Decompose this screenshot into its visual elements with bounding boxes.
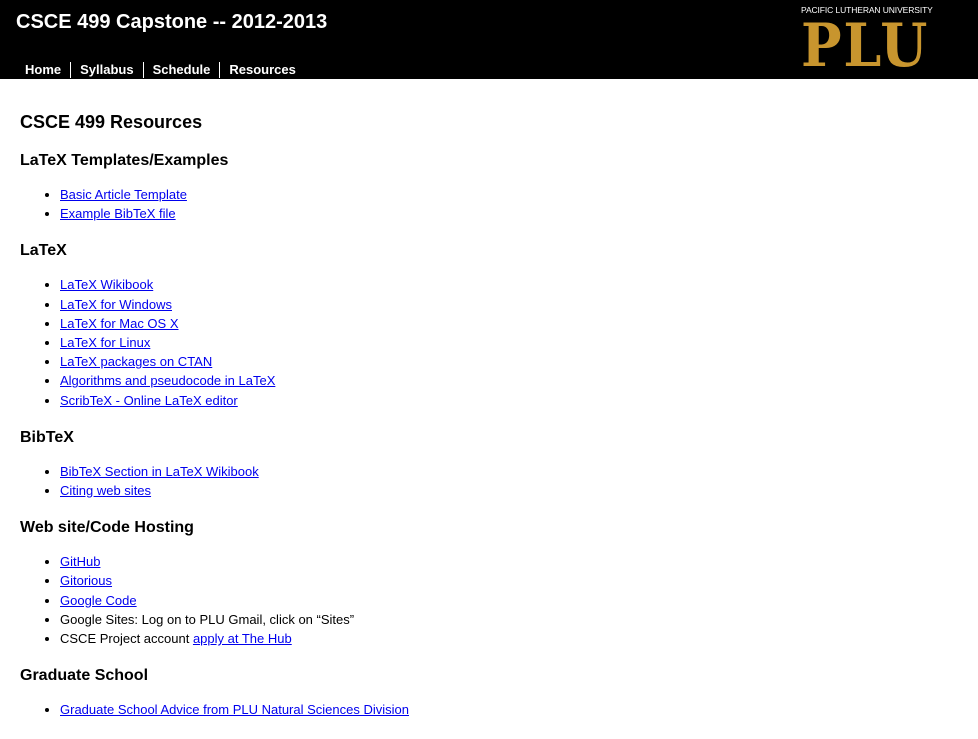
list-item: LaTeX for Linux xyxy=(60,333,958,352)
resource-list-graduate-school: Graduate School Advice from PLU Natural … xyxy=(20,700,958,719)
graduate-school-advice-link[interactable]: Graduate School Advice from PLU Natural … xyxy=(60,702,409,717)
plu-logo[interactable]: PACIFIC LUTHERAN UNIVERSITY PLU xyxy=(801,5,933,81)
section-heading-latex-templates: LaTeX Templates/Examples xyxy=(20,152,229,169)
list-item: LaTeX Wikibook xyxy=(60,275,958,294)
list-item: LaTeX for Windows xyxy=(60,295,958,314)
latex-windows-link[interactable]: LaTeX for Windows xyxy=(60,297,172,312)
list-item: GitHub xyxy=(60,552,958,571)
scribtex-editor-link[interactable]: ScribTeX - Online LaTeX editor xyxy=(60,393,238,408)
latex-ctan-link[interactable]: LaTeX packages on CTAN xyxy=(60,354,212,369)
resource-list-latex-templates: Basic Article Template Example BibTeX fi… xyxy=(20,185,958,223)
basic-article-template-link[interactable]: Basic Article Template xyxy=(60,187,187,202)
nav-home-link[interactable]: Home xyxy=(16,62,70,78)
site-header: CSCE 499 Capstone -- 2012-2013 Home Syll… xyxy=(0,0,978,79)
list-item: CSCE Project account apply at The Hub xyxy=(60,629,958,648)
csce-project-account-text: CSCE Project account xyxy=(60,631,193,647)
google-sites-text: Google Sites: Log on to PLU Gmail, click… xyxy=(60,611,355,627)
bibtex-wikibook-link[interactable]: BibTeX Section in LaTeX Wikibook xyxy=(60,464,259,479)
list-item: Gitorious xyxy=(60,571,958,590)
latex-wikibook-link[interactable]: LaTeX Wikibook xyxy=(60,277,153,292)
site-title: CSCE 499 Capstone -- 2012-2013 xyxy=(16,11,328,33)
section-heading-bibtex: BibTeX xyxy=(20,428,74,446)
latex-algorithms-link[interactable]: Algorithms and pseudocode in LaTeX xyxy=(60,373,275,388)
list-item: Citing web sites xyxy=(60,481,958,500)
example-bibtex-file-link[interactable]: Example BibTeX file xyxy=(60,206,176,221)
main-nav: Home Syllabus Schedule Resources xyxy=(16,62,305,78)
gitorious-link[interactable]: Gitorious xyxy=(60,573,112,588)
resource-list-code-hosting: GitHub Gitorious Google Code Google Site… xyxy=(20,552,958,648)
section-heading-latex: LaTeX xyxy=(20,242,67,260)
section-heading-code-hosting: Web site/Code Hosting xyxy=(20,519,194,537)
nav-resources-link[interactable]: Resources xyxy=(219,62,304,78)
list-item: BibTeX Section in LaTeX Wikibook xyxy=(60,462,958,481)
nav-schedule-link[interactable]: Schedule xyxy=(142,62,220,78)
apply-at-the-hub-link[interactable]: apply at The Hub xyxy=(193,631,292,646)
list-item: Algorithms and pseudocode in LaTeX xyxy=(60,371,958,390)
latex-mac-link[interactable]: LaTeX for Mac OS X xyxy=(60,316,179,331)
page-title: CSCE 499 Resources xyxy=(20,112,203,132)
list-item: ScribTeX - Online LaTeX editor xyxy=(60,391,958,410)
list-item: Basic Article Template xyxy=(60,185,958,204)
list-item: LaTeX packages on CTAN xyxy=(60,352,958,371)
nav-syllabus-link[interactable]: Syllabus xyxy=(70,62,142,78)
github-link[interactable]: GitHub xyxy=(60,554,100,569)
latex-linux-link[interactable]: LaTeX for Linux xyxy=(60,335,150,350)
list-item: LaTeX for Mac OS X xyxy=(60,314,958,333)
google-code-link[interactable]: Google Code xyxy=(60,593,137,608)
citing-web-sites-link[interactable]: Citing web sites xyxy=(60,483,151,498)
list-item: Google Sites: Log on to PLU Gmail, click… xyxy=(60,610,958,629)
resource-list-latex: LaTeX Wikibook LaTeX for Windows LaTeX f… xyxy=(20,275,958,409)
list-item: Google Code xyxy=(60,591,958,610)
resource-list-bibtex: BibTeX Section in LaTeX Wikibook Citing … xyxy=(20,462,958,500)
logo-wordmark: PLU xyxy=(801,11,930,81)
list-item: Graduate School Advice from PLU Natural … xyxy=(60,700,958,719)
list-item: Example BibTeX file xyxy=(60,204,958,223)
main-content: CSCE 499 Resources LaTeX Templates/Examp… xyxy=(0,111,978,719)
section-heading-graduate-school: Graduate School xyxy=(20,667,149,685)
